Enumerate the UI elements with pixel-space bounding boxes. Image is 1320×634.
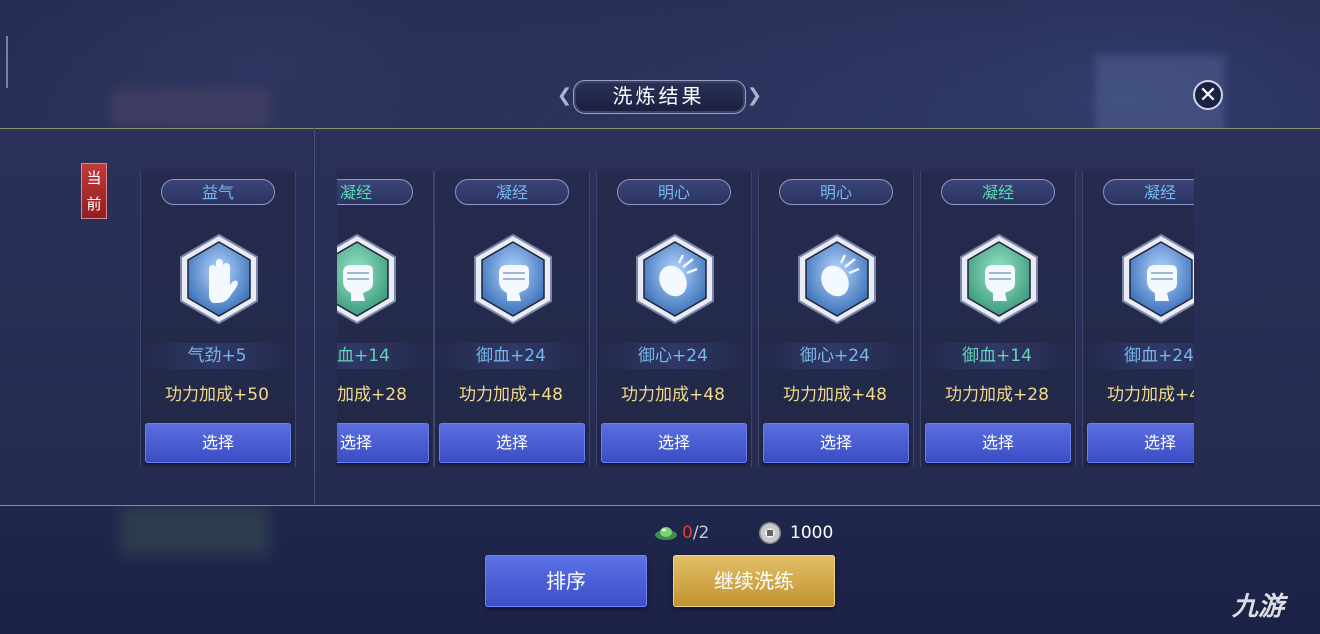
card-name: 明心 xyxy=(617,179,731,205)
result-card: 凝经 御血+14 功力加成+28 选择 xyxy=(920,171,1080,471)
gem-count: 0/2 xyxy=(682,521,709,545)
current-tag: 当 前 xyxy=(81,163,107,219)
card-stat: 御心+24 xyxy=(596,343,750,369)
current-card: 益气 气劲+5 功力加成+50 选择 xyxy=(140,171,300,471)
fist-icon xyxy=(337,233,396,325)
card-stat: 御血+14 xyxy=(920,343,1074,369)
watermark-logo: 九游 xyxy=(1232,592,1285,622)
card-bonus: 功力加成+48 xyxy=(1107,385,1194,405)
card-bonus: 功力加成+50 xyxy=(165,385,269,405)
result-card: 凝经 御血+24 功力加成+48 选择 xyxy=(434,171,594,471)
card-name: 凝经 xyxy=(455,179,569,205)
result-card: 明心 御心+24 功力加成+48 选择 xyxy=(758,171,918,471)
select-button[interactable]: 选择 xyxy=(145,423,291,463)
select-button[interactable]: 选择 xyxy=(601,423,747,463)
select-button[interactable]: 选择 xyxy=(439,423,585,463)
fist-icon xyxy=(474,233,552,325)
results-scroll-area[interactable]: 凝经 御血+14 功力加成+28 选择 凝经 御血+24 功力加成+48 选择 … xyxy=(337,171,1194,471)
select-button[interactable]: 选择 xyxy=(925,423,1071,463)
scroll-indicator xyxy=(6,36,8,88)
dialog-title: 洗炼结果 xyxy=(612,84,705,108)
result-card: 明心 御心+24 功力加成+48 选择 xyxy=(596,171,756,471)
background-blur xyxy=(110,88,270,128)
card-stat: 气劲+5 xyxy=(140,343,294,369)
ornament-icon: ❯ xyxy=(746,85,762,106)
current-divider xyxy=(314,128,315,504)
card-stat: 御血+24 xyxy=(434,343,588,369)
continue-refine-button[interactable]: 继续洗练 xyxy=(673,555,835,607)
gem-total: /2 xyxy=(692,523,710,543)
card-bonus: 功力加成+48 xyxy=(783,385,887,405)
card-bonus: 功力加成+28 xyxy=(945,385,1049,405)
ornament-icon: ❮ xyxy=(557,85,573,106)
dialog-title-frame: ❮ ❯ 洗炼结果 xyxy=(557,77,762,115)
current-tag-char: 前 xyxy=(86,195,102,213)
card-name: 凝经 xyxy=(941,179,1055,205)
close-button[interactable]: ✕ xyxy=(1193,80,1223,110)
shield-icon xyxy=(636,233,714,325)
result-card: 凝经 御血+14 功力加成+28 选择 xyxy=(337,171,438,471)
gem-used: 0 xyxy=(682,523,693,543)
current-tag-char: 当 xyxy=(86,169,102,187)
card-name: 凝经 xyxy=(337,179,413,205)
coin-count: 1000 xyxy=(790,523,834,543)
fist-icon xyxy=(1122,233,1194,325)
jade-gem-icon xyxy=(655,527,677,540)
background-blur xyxy=(120,506,270,556)
card-name: 明心 xyxy=(779,179,893,205)
card-name: 益气 xyxy=(161,179,275,205)
fist-icon xyxy=(960,233,1038,325)
select-button[interactable]: 选择 xyxy=(1087,423,1194,463)
result-card: 凝经 御血+24 功力加成+48 选择 xyxy=(1082,171,1194,471)
card-stat: 御血+14 xyxy=(337,343,432,369)
card-stat: 御心+24 xyxy=(758,343,912,369)
card-bonus: 功力加成+48 xyxy=(621,385,725,405)
select-button[interactable]: 选择 xyxy=(763,423,909,463)
card-bonus: 功力加成+48 xyxy=(459,385,563,405)
silver-coin-icon xyxy=(759,522,781,544)
palm-icon xyxy=(180,233,258,325)
shield-icon xyxy=(798,233,876,325)
card-bonus: 功力加成+28 xyxy=(337,385,407,405)
card-stat: 御血+24 xyxy=(1082,343,1194,369)
select-button[interactable]: 选择 xyxy=(337,423,429,463)
card-name: 凝经 xyxy=(1103,179,1194,205)
sort-button[interactable]: 排序 xyxy=(485,555,647,607)
